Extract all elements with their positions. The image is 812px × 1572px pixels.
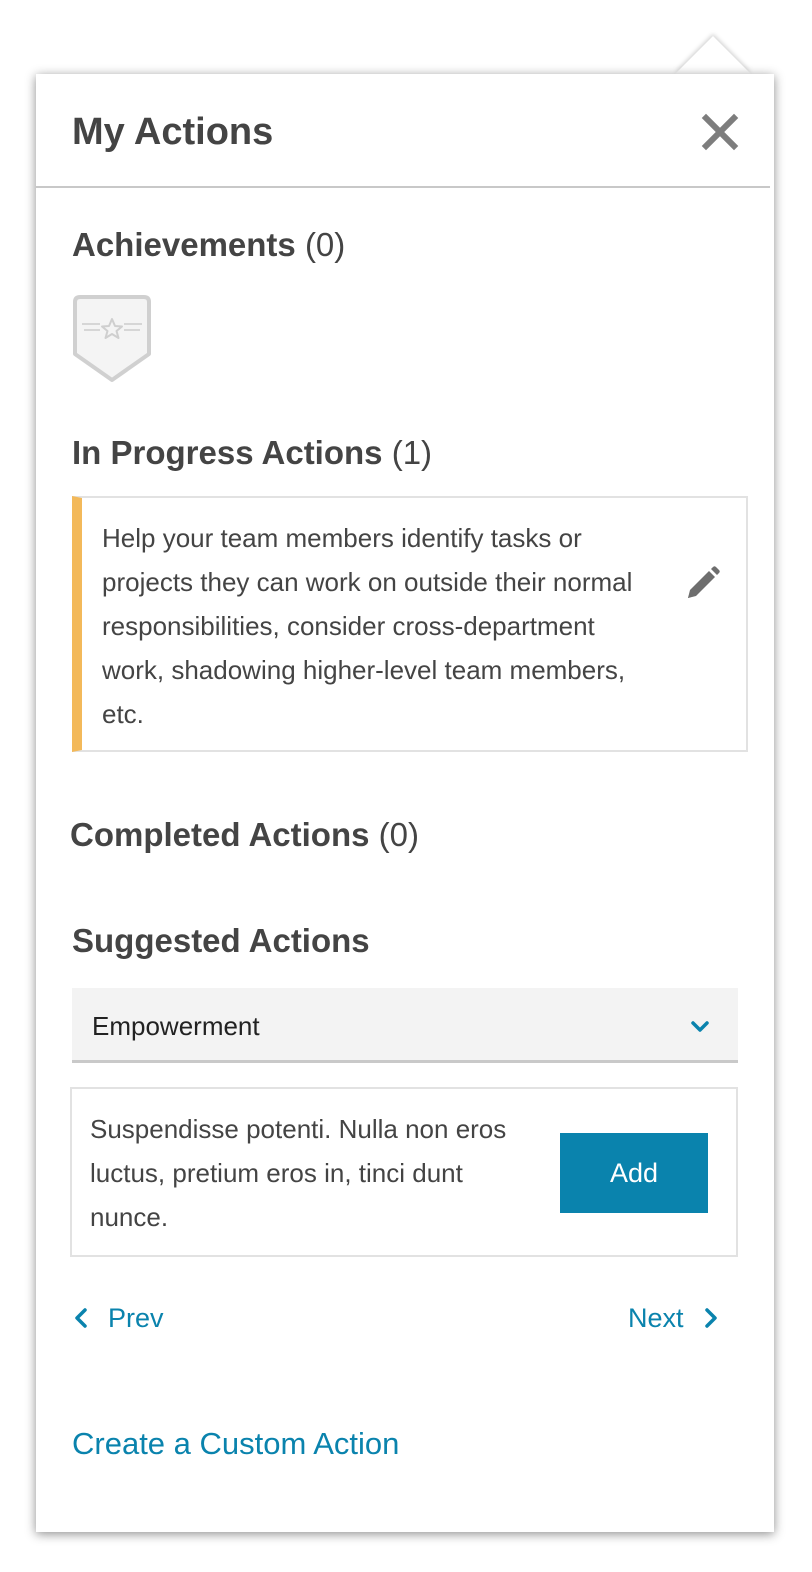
badge-star-icon: [73, 295, 151, 382]
suggested-heading: Suggested Actions: [72, 920, 370, 962]
prev-button[interactable]: Prev: [72, 1298, 164, 1338]
completed-count: (0): [378, 816, 419, 853]
add-action-button[interactable]: Add: [560, 1133, 708, 1213]
next-button[interactable]: Next: [628, 1298, 720, 1338]
chevron-left-icon: [75, 1308, 87, 1328]
suggested-title: Suggested Actions: [72, 922, 370, 959]
completed-heading: Completed Actions (0): [70, 814, 419, 856]
achievements-title: Achievements: [72, 226, 296, 263]
achievement-badge: [72, 294, 152, 384]
close-icon: [701, 113, 739, 151]
in-progress-heading: In Progress Actions (1): [72, 432, 432, 474]
next-label: Next: [628, 1302, 684, 1333]
chevron-down-icon: [691, 1021, 709, 1032]
pencil-icon: [688, 566, 720, 598]
panel-header: My Actions: [36, 74, 770, 188]
chevron-right-icon: [704, 1308, 717, 1328]
create-custom-action-link[interactable]: Create a Custom Action: [72, 1424, 399, 1464]
my-actions-panel: My Actions Achievements (0) In Progress …: [36, 74, 774, 1532]
popover-caret: [675, 36, 751, 74]
edit-action-button[interactable]: [682, 564, 722, 604]
suggested-action-card: Suspendisse potenti. Nulla non eros luct…: [70, 1087, 738, 1257]
category-select-value: Empowerment: [92, 1011, 260, 1041]
achievements-heading: Achievements (0): [72, 224, 345, 266]
completed-title: Completed Actions: [70, 816, 370, 853]
panel-title: My Actions: [72, 111, 274, 153]
prev-label: Prev: [108, 1302, 164, 1333]
in-progress-count: (1): [391, 434, 433, 471]
in-progress-title: In Progress Actions: [72, 434, 383, 471]
suggested-action-text: Suspendisse potenti. Nulla non eros luct…: [90, 1114, 507, 1232]
category-select[interactable]: Empowerment: [72, 988, 738, 1063]
achievements-count: (0): [304, 226, 346, 263]
in-progress-action-card: Help your team members identify tasks or…: [72, 496, 748, 752]
in-progress-action-text: Help your team members identify tasks or…: [102, 523, 633, 729]
close-button[interactable]: [698, 110, 742, 154]
